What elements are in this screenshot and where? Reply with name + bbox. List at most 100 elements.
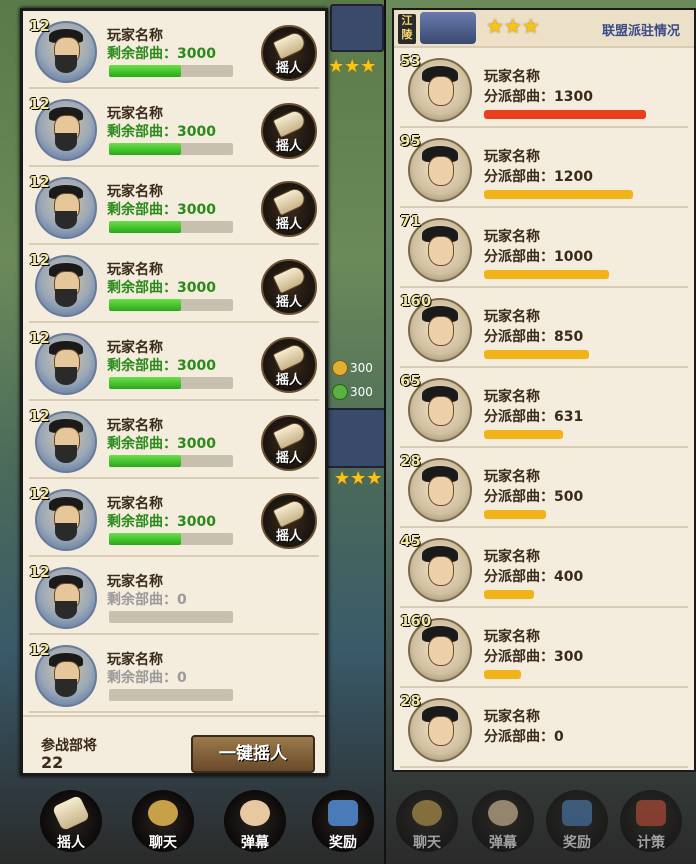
garrison-row: 28 玩家名称分派部曲：0 — [394, 688, 694, 768]
player-level: 12 — [29, 251, 50, 269]
player-row: 12 玩家名称 剩余部曲：0 — [23, 557, 325, 635]
nav-reward-button[interactable]: 奖励 — [312, 790, 374, 852]
horn-icon — [272, 185, 308, 217]
recruit-button[interactable]: 摇人 — [261, 259, 317, 315]
assigned-troops: 分派部曲：850 — [484, 329, 584, 345]
remaining-troops: 剩余部曲：3000 — [107, 124, 216, 140]
nav-chat-button[interactable]: 聊天 — [396, 790, 458, 852]
remaining-troops: 剩余部曲：3000 — [107, 514, 216, 530]
recruit-button[interactable]: 摇人 — [261, 25, 317, 81]
castle-icon[interactable] — [330, 4, 384, 52]
recruit-button[interactable]: 摇人 — [261, 337, 317, 393]
player-level: 12 — [29, 173, 50, 191]
city-stars: ★★★ — [334, 468, 383, 489]
troops-progress-bar — [109, 377, 233, 389]
castle-icon — [420, 12, 476, 44]
player-name: 玩家名称 — [484, 69, 540, 85]
nav-strategy-button[interactable]: 计策 — [620, 790, 682, 852]
left-screen: ★★★ ★★★ 300 300 12 玩家名称 剩余部曲：3000 摇人 12 玩家名称剩… — [0, 0, 384, 864]
troops-progress-bar — [109, 689, 233, 701]
bottom-nav: 聊天 弹幕 奖励 计策 — [386, 786, 696, 864]
garrison-row: 53 玩家名称分派部曲：1300 — [394, 48, 694, 128]
horn-icon — [272, 263, 308, 295]
recruit-button[interactable]: 摇人 — [261, 493, 317, 549]
bottom-nav: 摇人 聊天 弹幕 奖励 — [0, 786, 384, 864]
troops-progress-bar — [109, 65, 233, 77]
nav-danmaku-button[interactable]: 弹幕 — [472, 790, 534, 852]
player-name: 玩家名称 — [484, 709, 540, 725]
troops-progress-bar — [484, 110, 646, 119]
assigned-troops: 分派部曲：1300 — [484, 89, 593, 105]
nav-chat-button[interactable]: 聊天 — [132, 790, 194, 852]
player-level: 28 — [400, 452, 421, 470]
chest-icon — [562, 800, 592, 826]
player-level: 12 — [29, 563, 50, 581]
right-screen: 江陵 ★★★ 联盟派驻情况 53 玩家名称 分派部曲：1300 95 玩家名称 分派部曲：… — [386, 0, 696, 864]
garrison-row: 160 玩家名称 分派部曲：300 — [394, 608, 694, 688]
remaining-troops: 剩余部曲：3000 — [107, 202, 216, 218]
garrison-row: 160 玩家名称 分派部曲：850 — [394, 288, 694, 368]
gem-icon — [332, 384, 348, 400]
troops-progress-bar — [484, 430, 563, 439]
remaining-troops: 剩余部曲：3000 — [107, 358, 216, 374]
garrison-row: 95 玩家名称分派部曲：1200 — [394, 128, 694, 208]
assigned-troops: 分派部曲：1000 — [484, 249, 593, 265]
food-resource: 300 — [332, 384, 373, 400]
player-level: 28 — [400, 692, 421, 710]
player-name: 玩家名称 — [107, 262, 163, 278]
coin-icon — [332, 360, 348, 376]
remaining-troops: 剩余部曲：3000 — [107, 46, 216, 62]
player-name: 玩家名称 — [107, 340, 163, 356]
nav-danmaku-button[interactable]: 弹幕 — [224, 790, 286, 852]
one-click-recruit-button[interactable]: 一键摇人 — [191, 735, 315, 773]
assigned-troops: 分派部曲：1200 — [484, 169, 593, 185]
player-level: 160 — [400, 612, 432, 630]
panel-footer: 参战部将 22 一键摇人 — [23, 715, 325, 775]
player-level: 12 — [29, 17, 50, 35]
troops-progress-bar — [484, 590, 534, 599]
recruit-panel: 12 玩家名称 剩余部曲：3000 摇人 12 玩家名称 剩余部曲：3000 摇人 12 玩家名称… — [20, 8, 328, 776]
troops-progress-bar — [484, 350, 589, 359]
troops-progress-bar — [109, 611, 233, 623]
horn-icon — [51, 794, 91, 832]
player-name: 玩家名称 — [484, 309, 540, 325]
player-name: 玩家名称 — [107, 418, 163, 434]
castle-icon[interactable] — [326, 408, 384, 468]
player-level: 53 — [400, 52, 421, 70]
assigned-troops: 分派部曲：0 — [484, 729, 564, 745]
player-name: 玩家名称 — [107, 184, 163, 200]
player-name: 玩家名称 — [484, 549, 540, 565]
garrison-row: 45 玩家名称 分派部曲：400 — [394, 528, 694, 608]
player-row: 12 玩家名称 剩余部曲：3000 摇人 — [23, 401, 325, 479]
player-name: 玩家名称 — [484, 149, 540, 165]
player-level: 65 — [400, 372, 421, 390]
player-row: 12 玩家名称 剩余部曲：3000 摇人 — [23, 479, 325, 557]
player-level: 95 — [400, 132, 421, 150]
character-icon — [240, 800, 270, 826]
player-level: 12 — [29, 95, 50, 113]
garrison-row: 71 玩家名称 分派部曲：1000 — [394, 208, 694, 288]
player-level: 45 — [400, 532, 421, 550]
troops-progress-bar — [109, 299, 233, 311]
nav-reward-button[interactable]: 奖励 — [546, 790, 608, 852]
horn-icon — [272, 497, 308, 529]
city-stars: ★★★ — [328, 56, 377, 77]
player-name: 玩家名称 — [107, 28, 163, 44]
participating-generals-label: 参战部将 — [41, 738, 97, 754]
player-row: 12 玩家名称剩余部曲：3000 摇人 — [23, 167, 325, 245]
horn-icon — [272, 419, 308, 451]
troops-progress-bar — [109, 455, 233, 467]
recruit-button[interactable]: 摇人 — [261, 103, 317, 159]
recruit-button[interactable]: 摇人 — [261, 181, 317, 237]
scroll-icon — [636, 800, 666, 826]
recruit-button[interactable]: 摇人 — [261, 415, 317, 471]
player-level: 12 — [29, 407, 50, 425]
player-name: 玩家名称 — [107, 496, 163, 512]
city-name: 江陵 — [398, 14, 416, 44]
player-row: 12 玩家名称 剩余部曲：3000 摇人 — [23, 323, 325, 401]
player-row: 12 玩家名称 剩余部曲：0 — [23, 635, 325, 713]
nav-recruit-button[interactable]: 摇人 — [40, 790, 102, 852]
assigned-troops: 分派部曲：631 — [484, 409, 584, 425]
player-row: 12 玩家名称 剩余部曲：3000 摇人 — [23, 89, 325, 167]
player-name: 玩家名称 — [107, 652, 163, 668]
